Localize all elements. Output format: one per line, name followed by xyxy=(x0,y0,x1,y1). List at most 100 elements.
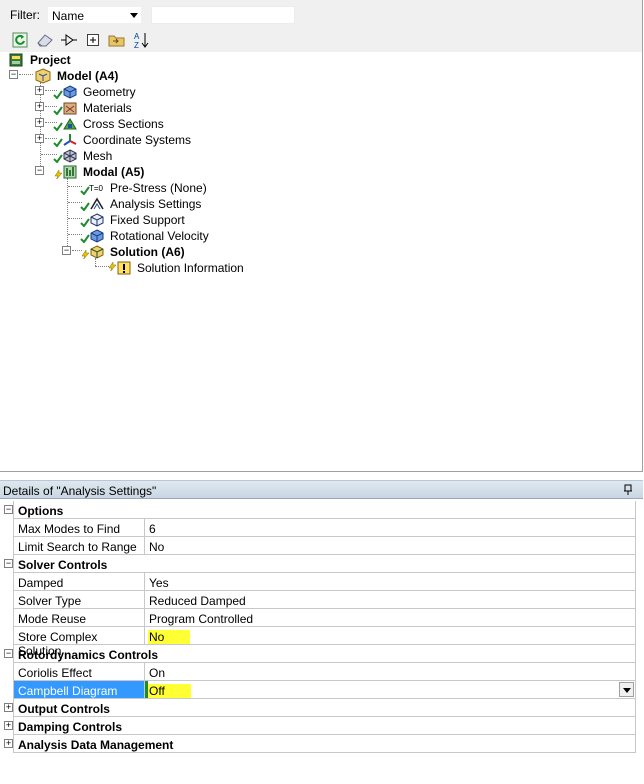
property-value[interactable]: On xyxy=(145,663,636,681)
property-row[interactable]: Coriolis Effect On xyxy=(2,663,636,681)
svg-text:A: A xyxy=(134,32,140,41)
property-value[interactable]: No xyxy=(145,537,636,555)
expand-toggle[interactable]: + xyxy=(4,703,13,712)
svg-text:T=0: T=0 xyxy=(89,184,104,193)
tree-item-label: Mesh xyxy=(83,149,113,163)
tree-item-label: Project xyxy=(30,53,71,67)
rotational-velocity-icon xyxy=(90,229,104,243)
row-gutter xyxy=(2,537,14,555)
filter-text-input[interactable] xyxy=(151,6,295,24)
property-value-text: Off xyxy=(148,684,191,698)
category-label[interactable]: Rotordynamics Controls xyxy=(14,645,636,663)
property-row[interactable]: Max Modes to Find 6 xyxy=(2,519,636,537)
row-gutter xyxy=(2,573,14,591)
property-name[interactable]: Campbell Diagram xyxy=(14,681,145,699)
property-value-text: Program Controlled xyxy=(149,612,254,626)
expand-toggle[interactable]: + xyxy=(35,118,44,127)
category-row[interactable]: + Damping Controls xyxy=(2,717,636,735)
svg-text:Z: Z xyxy=(134,41,139,49)
tree-item-label: Pre-Stress (None) xyxy=(110,181,207,195)
category-row[interactable]: − Solver Controls xyxy=(2,555,636,573)
tree-item-label: Modal (A5) xyxy=(83,165,145,179)
mesh-icon xyxy=(63,149,77,163)
property-row[interactable]: Store Complex Solution No xyxy=(2,627,636,658)
property-value[interactable]: Off xyxy=(145,681,636,699)
pre-stress-icon: T=0 xyxy=(89,184,104,193)
sort-az-icon[interactable]: A Z xyxy=(132,30,152,50)
collapse-toggle[interactable]: − xyxy=(4,649,13,658)
expand-toggle[interactable]: + xyxy=(4,739,13,748)
property-value[interactable]: Yes xyxy=(145,573,636,591)
collapse-toggle[interactable]: − xyxy=(35,166,44,175)
row-gutter xyxy=(2,591,14,609)
eraser-icon[interactable] xyxy=(35,30,55,50)
tree-item-label: Solution Information xyxy=(137,261,244,275)
filter-label: Filter: xyxy=(10,8,40,22)
category-label[interactable]: Damping Controls xyxy=(14,717,636,735)
tree-item-label: Geometry xyxy=(83,85,136,99)
property-name[interactable]: Coriolis Effect xyxy=(14,663,145,681)
property-name[interactable]: Store Complex Solution xyxy=(14,627,145,658)
property-name[interactable]: Max Modes to Find xyxy=(14,519,145,537)
expand-toggle[interactable]: + xyxy=(35,134,44,143)
property-value[interactable]: 6 xyxy=(145,519,636,537)
property-value-text: On xyxy=(149,666,166,680)
folder-icon[interactable] xyxy=(107,30,127,50)
row-gutter xyxy=(2,519,14,537)
tree-item-label: Rotational Velocity xyxy=(110,229,209,243)
property-row[interactable]: Damped Yes xyxy=(2,573,636,591)
category-label[interactable]: Output Controls xyxy=(14,699,636,717)
property-value[interactable]: Program Controlled xyxy=(145,609,636,627)
row-gutter xyxy=(2,681,14,699)
geometry-icon xyxy=(63,85,77,99)
expand-toggle[interactable]: + xyxy=(35,102,44,111)
tree-item-label: Cross Sections xyxy=(83,117,164,131)
property-value-text: 6 xyxy=(149,522,156,536)
property-row[interactable]: Solver Type Reduced Damped xyxy=(2,591,636,609)
category-label[interactable]: Analysis Data Management xyxy=(14,735,636,753)
expand-all-icon[interactable] xyxy=(83,30,103,50)
model-cube-icon xyxy=(35,68,51,84)
collapse-toggle[interactable]: − xyxy=(4,559,13,568)
collapse-toggle[interactable]: − xyxy=(4,505,13,514)
details-panel: Details of "Analysis Settings" − Options M… xyxy=(0,480,644,784)
property-value-text: No xyxy=(149,540,165,554)
tree-item-label: Model (A4) xyxy=(57,69,119,83)
collapse-toggle[interactable]: − xyxy=(62,246,71,255)
solution-icon xyxy=(90,245,104,259)
row-gutter xyxy=(2,609,14,627)
category-label[interactable]: Options xyxy=(14,501,636,519)
collapse-toggle[interactable]: − xyxy=(9,70,18,79)
property-name[interactable]: Damped xyxy=(14,573,145,591)
filter-type-select[interactable]: Name xyxy=(47,6,142,24)
suppress-icon[interactable] xyxy=(59,30,79,50)
category-label[interactable]: Solver Controls xyxy=(14,555,636,573)
property-row[interactable]: Campbell Diagram Off xyxy=(2,681,636,699)
row-gutter xyxy=(2,663,14,681)
chevron-down-icon xyxy=(130,13,138,18)
category-row[interactable]: − Options xyxy=(2,501,636,519)
refresh-icon[interactable] xyxy=(10,30,30,50)
project-icon xyxy=(9,53,23,67)
category-row[interactable]: − Rotordynamics Controls xyxy=(2,645,636,663)
outline-tree-panel: Filter: Name A Z Project − Model (A4) + … xyxy=(0,0,643,472)
dropdown-button[interactable] xyxy=(619,682,634,697)
solution-information-icon xyxy=(117,261,131,275)
category-row[interactable]: + Output Controls xyxy=(2,699,636,717)
tree-item-label: Fixed Support xyxy=(110,213,185,227)
property-name[interactable]: Limit Search to Range xyxy=(14,537,145,555)
property-name[interactable]: Mode Reuse xyxy=(14,609,145,627)
property-name[interactable]: Solver Type xyxy=(14,591,145,609)
expand-toggle[interactable]: + xyxy=(4,721,13,730)
property-value[interactable]: Reduced Damped xyxy=(145,591,636,609)
property-value-text: No xyxy=(148,630,191,644)
property-value-text: Reduced Damped xyxy=(149,594,246,608)
expand-toggle[interactable]: + xyxy=(35,86,44,95)
filter-type-value: Name xyxy=(52,9,85,23)
pin-icon[interactable] xyxy=(623,484,633,496)
outline-toolbar: A Z xyxy=(0,28,642,52)
property-row[interactable]: Limit Search to Range No xyxy=(2,537,636,555)
property-row[interactable]: Mode Reuse Program Controlled xyxy=(2,609,636,627)
property-value[interactable]: No xyxy=(145,627,636,645)
category-row[interactable]: + Analysis Data Management xyxy=(2,735,636,753)
